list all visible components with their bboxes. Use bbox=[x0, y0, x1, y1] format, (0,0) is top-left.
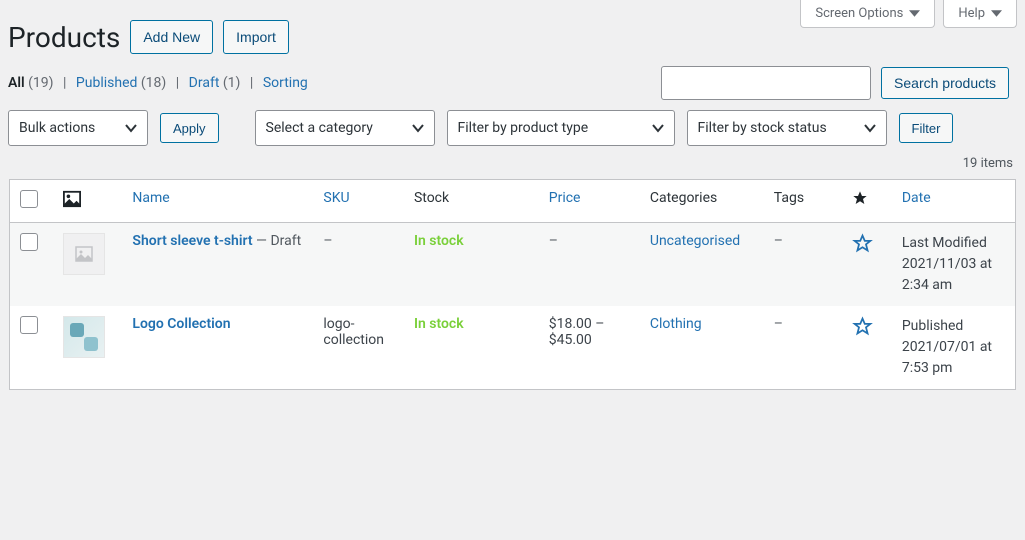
screen-options-label: Screen Options bbox=[815, 6, 903, 21]
star-outline-icon bbox=[852, 233, 873, 254]
image-icon bbox=[63, 190, 81, 208]
table-row: Short sleeve t-shirt — Draft–In stock–Un… bbox=[10, 223, 1016, 307]
price-cell: – bbox=[539, 223, 640, 307]
featured-toggle[interactable] bbox=[842, 306, 891, 390]
product-name-link[interactable]: Logo Collection bbox=[132, 316, 230, 332]
caret-down-icon bbox=[909, 8, 920, 19]
caret-down-icon bbox=[991, 8, 1002, 19]
view-published[interactable]: Published bbox=[76, 75, 137, 91]
help-label: Help bbox=[958, 6, 985, 21]
placeholder-icon bbox=[74, 244, 94, 264]
select-all-checkbox[interactable] bbox=[20, 190, 38, 208]
products-table: Name SKU Stock Price Categories Tags Dat… bbox=[9, 179, 1016, 390]
chevron-down-icon bbox=[652, 122, 664, 134]
tags-cell: – bbox=[764, 306, 843, 390]
sku-cell: logo-collection bbox=[313, 306, 404, 390]
chevron-down-icon bbox=[864, 122, 876, 134]
category-select[interactable]: Select a category bbox=[255, 110, 435, 146]
item-count: 19 items bbox=[0, 154, 1025, 179]
column-categories: Categories bbox=[640, 180, 764, 223]
chevron-down-icon bbox=[412, 122, 424, 134]
date-cell: Last Modified 2021/11/03 at 2:34 am bbox=[892, 223, 1016, 307]
view-sorting[interactable]: Sorting bbox=[263, 75, 308, 91]
column-featured bbox=[842, 180, 891, 223]
help-tab[interactable]: Help bbox=[943, 0, 1017, 28]
row-checkbox[interactable] bbox=[20, 316, 38, 334]
star-icon bbox=[852, 190, 868, 206]
apply-button[interactable]: Apply bbox=[160, 113, 219, 143]
column-name[interactable]: Name bbox=[122, 180, 313, 223]
category-link[interactable]: Uncategorised bbox=[650, 233, 740, 249]
star-outline-icon bbox=[852, 316, 873, 337]
bulk-actions-select[interactable]: Bulk actions bbox=[8, 110, 148, 146]
price-cell: $18.00 – $45.00 bbox=[539, 306, 640, 390]
product-thumbnail[interactable] bbox=[63, 233, 105, 275]
column-stock: Stock bbox=[404, 180, 539, 223]
column-date[interactable]: Date bbox=[892, 180, 1016, 223]
view-all[interactable]: All bbox=[8, 75, 25, 91]
search-products-button[interactable]: Search products bbox=[881, 67, 1009, 99]
stock-status: In stock bbox=[414, 233, 464, 249]
search-input[interactable] bbox=[661, 66, 871, 100]
view-filters: All (19) | Published (18) | Draft (1) | … bbox=[8, 75, 308, 91]
stock-status-select[interactable]: Filter by stock status bbox=[687, 110, 887, 146]
category-link[interactable]: Clothing bbox=[650, 316, 702, 332]
date-cell: Published 2021/07/01 at 7:53 pm bbox=[892, 306, 1016, 390]
page-title: Products bbox=[8, 21, 120, 54]
filter-button[interactable]: Filter bbox=[899, 113, 954, 143]
stock-status: In stock bbox=[414, 316, 464, 332]
add-new-button[interactable]: Add New bbox=[130, 20, 213, 54]
sku-cell: – bbox=[313, 223, 404, 307]
product-type-select[interactable]: Filter by product type bbox=[447, 110, 675, 146]
product-thumbnail[interactable] bbox=[63, 316, 105, 358]
column-tags: Tags bbox=[764, 180, 843, 223]
screen-options-tab[interactable]: Screen Options bbox=[800, 0, 935, 28]
table-row: Logo Collection logo-collection In stock $1… bbox=[10, 306, 1016, 390]
column-image bbox=[53, 180, 123, 223]
chevron-down-icon bbox=[125, 122, 137, 134]
column-price[interactable]: Price bbox=[539, 180, 640, 223]
import-button[interactable]: Import bbox=[223, 20, 289, 54]
row-checkbox[interactable] bbox=[20, 233, 38, 251]
tags-cell: – bbox=[764, 223, 843, 307]
column-sku[interactable]: SKU bbox=[313, 180, 404, 223]
featured-toggle[interactable] bbox=[842, 223, 891, 307]
product-name-link[interactable]: Short sleeve t-shirt bbox=[132, 233, 252, 249]
status-suffix: — Draft bbox=[253, 233, 302, 249]
view-draft[interactable]: Draft bbox=[189, 75, 220, 91]
